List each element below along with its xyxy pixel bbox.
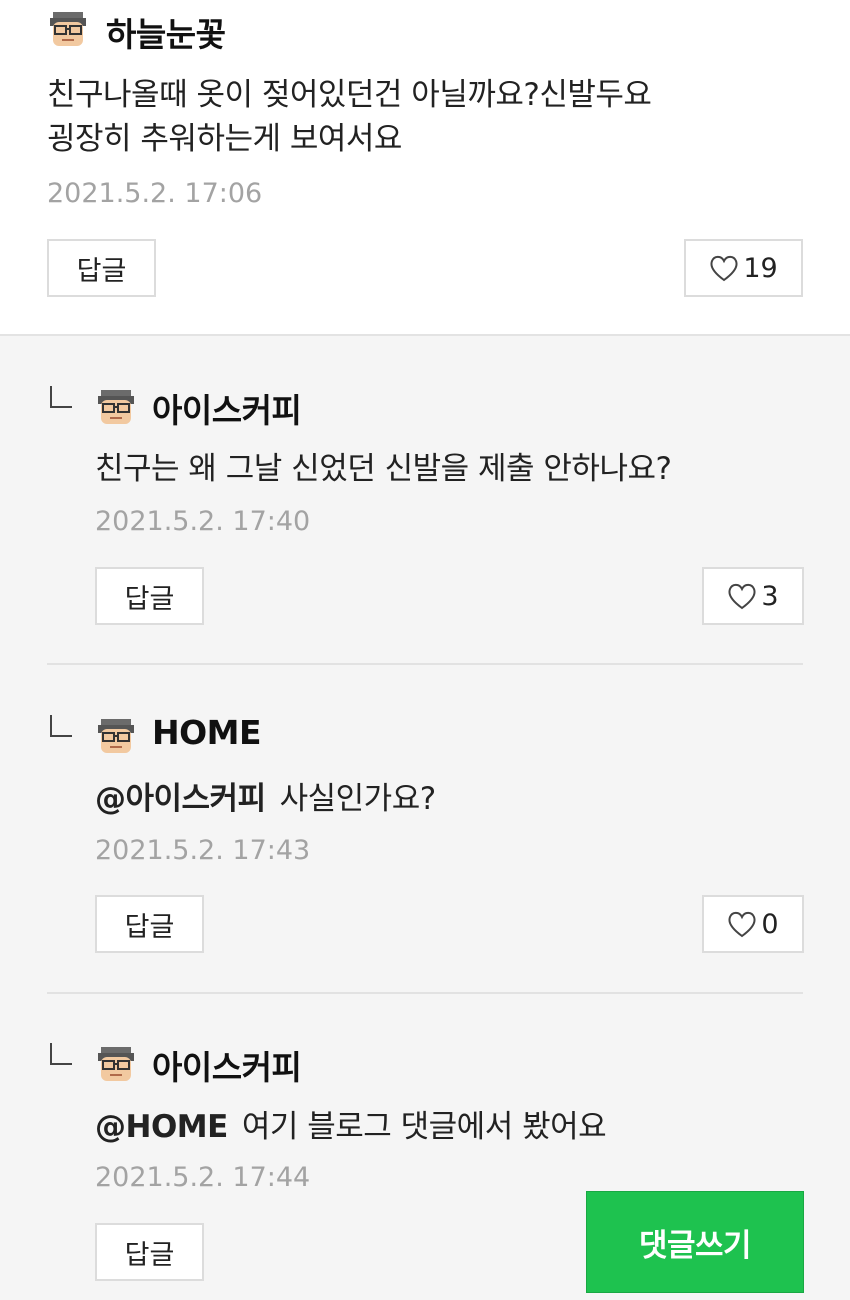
comment-date: 2021.5.2. 17:44 [95,1162,311,1193]
divider [47,992,803,994]
comment-text-line: @아이스커피 사실인가요? [95,774,436,824]
comment-date: 2021.5.2. 17:43 [95,835,311,866]
comment-text-line: 굉장히 추워하는게 보여서요 [47,121,402,157]
reply-arrow-icon [50,386,72,408]
comment-author[interactable]: 아이스커피 [152,384,302,432]
comment-item: 하늘눈꽃 친구나올때 옷이 젖어있던건 아닐까요?신발두요 굉장히 추워하는게 … [0,0,850,336]
comment-date: 2021.5.2. 17:40 [95,506,311,537]
mention-link[interactable]: @HOME [95,1109,228,1145]
comment-text: 여기 블로그 댓글에서 봤어요 [241,1109,607,1145]
like-count: 0 [761,908,779,940]
reply-arrow-icon [50,715,72,737]
reply-button[interactable]: 답글 [47,239,156,297]
like-button[interactable]: 3 [702,567,804,625]
divider [47,663,803,665]
reply-button[interactable]: 답글 [95,567,204,625]
like-button[interactable]: 19 [684,239,803,297]
comment-author[interactable]: 아이스커피 [152,1041,302,1089]
like-count: 19 [743,252,778,284]
comment-text-line: 친구나올때 옷이 젖어있던건 아닐까요?신발두요 [47,77,652,113]
heart-icon [710,255,738,281]
mention-link[interactable]: @아이스커피 [95,781,266,817]
comment-text-line: 친구는 왜 그날 신었던 신발을 제출 안하나요? [95,451,672,487]
like-count: 3 [761,580,779,612]
reply-button[interactable]: 답글 [95,1223,204,1281]
comment-text-line: @HOME 여기 블로그 댓글에서 봤어요 [95,1102,607,1152]
comment-author[interactable]: HOME [152,713,262,752]
comment-date: 2021.5.2. 17:06 [47,178,263,209]
comment-text: 사실인가요? [279,781,437,817]
reply-button[interactable]: 답글 [95,895,204,953]
pixel-avatar-icon[interactable] [95,717,137,755]
heart-icon [728,911,756,937]
like-button[interactable]: 0 [702,895,804,953]
heart-icon [728,583,756,609]
pixel-avatar-icon[interactable] [95,388,137,426]
reply-arrow-icon [50,1043,72,1065]
pixel-avatar-icon[interactable] [47,10,89,48]
comment-author[interactable]: 하늘눈꽃 [106,8,226,56]
write-comment-button[interactable]: 댓글쓰기 [586,1191,804,1293]
pixel-avatar-icon[interactable] [95,1045,137,1083]
